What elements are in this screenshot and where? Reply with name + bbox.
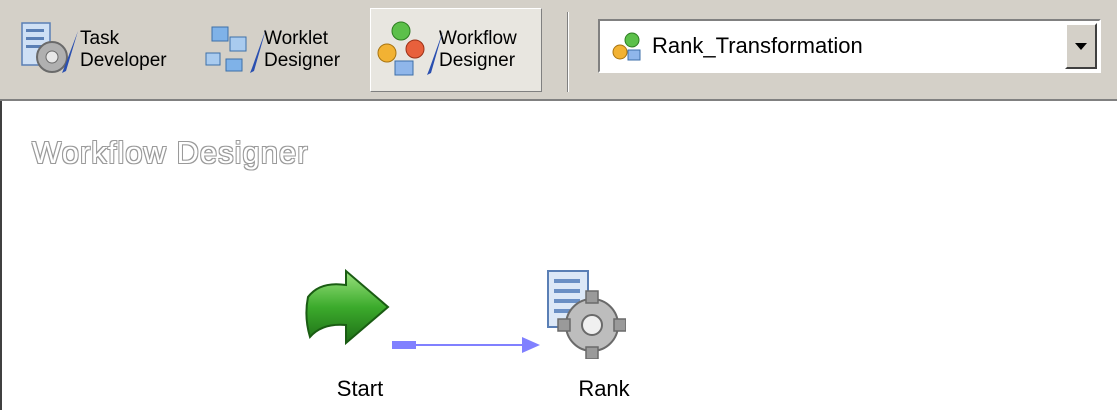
start-node[interactable]	[302, 267, 394, 351]
worklet-designer-label: Worklet Designer	[264, 28, 341, 71]
session-gear-icon	[547, 270, 627, 360]
task-developer-label: Task Developer	[80, 28, 167, 71]
workflow-canvas[interactable]: Workflow Designer Start Rank	[0, 101, 1117, 410]
toolbar-separator	[567, 12, 569, 92]
task-developer-icon	[12, 13, 90, 87]
workflow-link[interactable]	[390, 333, 546, 355]
workflow-designer-label: Workflow Designer	[439, 28, 517, 71]
start-arrow-icon	[305, 268, 390, 346]
canvas-title: Workflow Designer	[32, 135, 309, 170]
rank-node-label: Rank	[578, 376, 630, 401]
workflow-designer-icon	[371, 13, 449, 87]
rank-session-node[interactable]	[542, 267, 627, 360]
toolbar: Task Developer Worklet Designer Workflow…	[0, 0, 1117, 101]
workflow-select-value: Rank_Transformation	[652, 33, 863, 58]
start-node-label: Start	[336, 376, 384, 401]
dropdown-button[interactable]	[1065, 23, 1097, 69]
worklet-designer-button[interactable]: Worklet Designer	[196, 8, 364, 92]
workflow-select[interactable]: Rank_Transformation	[598, 19, 1101, 73]
worklet-designer-icon	[196, 13, 274, 87]
chevron-down-icon	[1075, 43, 1087, 50]
workflow-icon	[608, 28, 644, 64]
workflow-designer-button[interactable]: Workflow Designer	[370, 8, 542, 92]
task-developer-button[interactable]: Task Developer	[12, 8, 188, 92]
